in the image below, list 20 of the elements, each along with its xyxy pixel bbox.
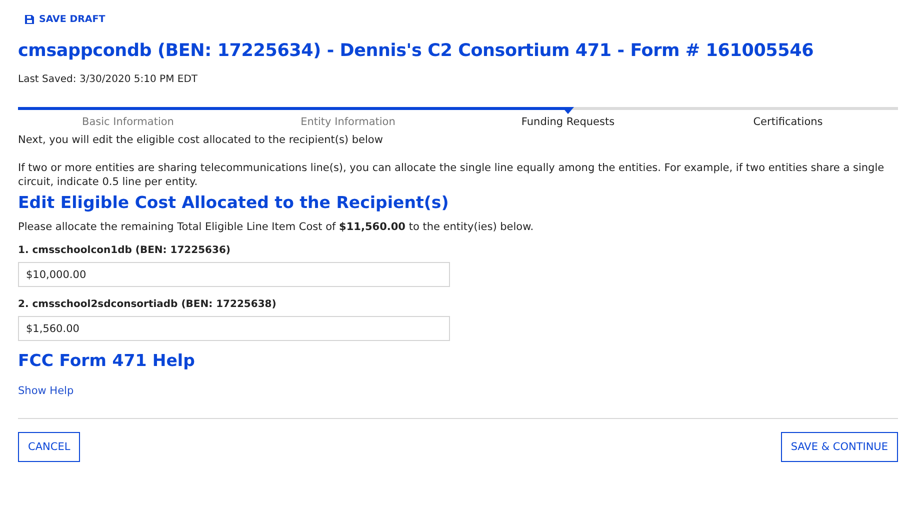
save-icon — [25, 15, 34, 24]
intro-text: Next, you will edit the eligible cost allocated to the recipient(s) below — [18, 134, 384, 146]
last-saved-text: Last Saved: 3/30/2020 5:10 PM EDT — [18, 74, 199, 85]
instruction-text: Please allocate the remaining Total Eligible Line Item Cost of $11,560.00 to the entity(ies) below. — [18, 221, 535, 233]
step-label[interactable]: Entity Information — [300, 116, 396, 128]
save-continue-button[interactable]: SAVE & CONTINUE — [780, 432, 898, 462]
help-heading: FCC Form 471 Help — [18, 351, 196, 370]
cost-input-field[interactable]: $10,000.00 — [18, 262, 450, 287]
entity-label: 2. cmsschool2sdconsortiadb (BEN: 17225638) — [18, 299, 278, 310]
note-text: If two or more entities are sharing telecommunications line(s), you can allocate the single line equally among the entities. For example, if two entities share a single circuit, indicate 0.5 line per entity. — [18, 161, 886, 189]
step-label[interactable]: Certifications — [753, 116, 823, 128]
cancel-button[interactable]: CANCEL — [18, 432, 80, 462]
step-label[interactable]: Funding Requests — [521, 116, 615, 128]
page-title: cmsappcondb (BEN: 17225634) - Dennis's C2 Consortium 471 - Form # 161005546 — [18, 41, 815, 61]
section-heading: Edit Eligible Cost Allocated to the Recipient(s) — [18, 193, 450, 212]
step-label[interactable]: Basic Information — [82, 116, 174, 128]
entity-label: 1. cmsschoolcon1db (BEN: 17225636) — [18, 245, 232, 256]
show-help-link[interactable]: Show Help — [18, 385, 74, 397]
cost-input-field[interactable]: $1,560.00 — [18, 316, 450, 341]
save-draft-button[interactable]: SAVE DRAFT — [25, 14, 106, 25]
